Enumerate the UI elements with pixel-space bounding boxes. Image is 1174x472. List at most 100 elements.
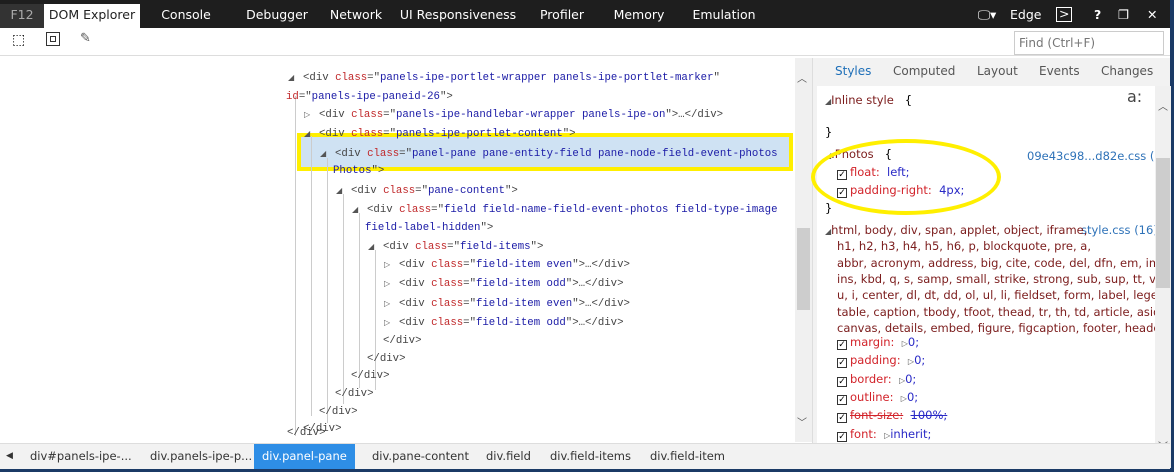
expand-node-icon[interactable]: ▷ [384,260,390,269]
expand-node-icon[interactable]: ▷ [384,299,390,308]
property-name[interactable]: outline: [850,390,893,404]
dom-node-line[interactable]: id="panels-ipe-paneid-26"> [286,88,453,106]
help-icon[interactable]: ? [1094,4,1101,28]
undock-icon[interactable]: ❐ [1118,4,1129,28]
property-name[interactable]: font-size: [850,408,903,422]
property-name[interactable]: padding: [850,353,901,367]
tab-memory[interactable]: Memory [600,4,678,28]
breadcrumb-item[interactable]: div.pane-content [372,444,469,469]
tab-dom-explorer[interactable]: DOM Explorer [44,4,140,28]
breadcrumb-item[interactable]: div.panel-pane [254,444,355,469]
toggle-state-button[interactable]: a: [1127,89,1142,105]
property-value[interactable]: 0; [905,372,916,386]
breadcrumb-item[interactable]: div#panels-ipe-... [30,444,132,469]
styles-tab-changes[interactable]: Changes [1101,64,1153,78]
property-name[interactable]: font: [850,427,877,441]
collapse-node-icon[interactable]: ◢ [352,205,358,214]
node-token: "> [439,91,453,103]
expand-node-icon[interactable]: ▷ [304,110,310,119]
highlight-box-icon[interactable] [46,32,60,46]
styles-tab-styles[interactable]: Styles [835,64,871,78]
tab-network[interactable]: Network [320,4,392,28]
tree-guide-line [311,136,312,416]
styles-tab-layout[interactable]: Layout [977,64,1018,78]
breadcrumb-item[interactable]: div.field-items [550,444,631,469]
property-name[interactable]: border: [850,372,892,386]
dom-node-line[interactable]: </div> [383,332,421,350]
close-icon[interactable]: ✕ [1147,4,1157,28]
node-token: field-label-hidden [365,222,481,234]
property-name[interactable]: margin: [850,335,894,349]
property-value[interactable]: 0; [907,390,918,404]
property-value[interactable]: 100%; [911,408,948,422]
styles-scroll-thumb[interactable] [1156,158,1170,288]
property-checkbox[interactable]: ✓ [837,431,847,442]
rule-source-link[interactable]: 09e43c98...d82e.css (1) [1027,148,1155,164]
property-checkbox[interactable]: ✓ [837,376,847,387]
node-token: class [399,204,432,216]
emulation-device-icon[interactable]: 🖵▾ [978,4,996,28]
color-picker-icon[interactable]: ✎ [80,31,91,46]
expand-node-icon[interactable]: ▷ [384,279,390,288]
tab-ui-responsiveness[interactable]: UI Responsiveness [392,4,524,28]
dom-node-line[interactable]: </div> [351,367,389,385]
property-checkbox[interactable]: ✓ [837,358,847,369]
selector-text: html, body, div, span, applet, object, i… [831,223,1088,237]
dom-node-line[interactable]: </div> [287,424,325,442]
node-token: =" [298,91,312,103]
dom-node-line[interactable]: <div class="field-item odd">…</div> [399,275,624,293]
node-token: </div> [287,427,326,439]
property-checkbox[interactable]: ✓ [837,394,847,405]
dom-node-line[interactable]: <div class="panels-ipe-portlet-content"> [319,125,576,143]
dom-node-line[interactable]: <div class="panels-ipe-handlebar-wrapper… [319,106,723,124]
tab-profiler[interactable]: Profiler [524,4,600,28]
console-icon[interactable]: > [1056,7,1073,22]
dom-node-line[interactable]: <div class="field-item odd">…</div> [399,314,624,332]
dom-node-line[interactable]: <div class="panel-pane pane-entity-field… [335,145,778,163]
property-value[interactable]: 0; [908,335,919,349]
dom-tree-scroll-thumb[interactable] [797,228,810,310]
dom-node-line[interactable]: <div class="pane-content"> [351,182,518,200]
breadcrumb-scroll-left-icon[interactable]: ◀ [6,444,13,469]
node-token: =" [463,298,476,310]
rule-selector-line: abbr, acronym, address, big, cite, code,… [837,255,1155,271]
node-token: </div> [367,353,406,365]
scroll-up-icon[interactable]: ︿ [1158,98,1168,113]
tab-emulation[interactable]: Emulation [678,4,770,28]
node-token: id [286,91,299,103]
emulation-mode[interactable]: Edge [1010,4,1041,28]
expand-node-icon[interactable]: ▷ [384,318,390,327]
dom-node-line[interactable]: <div class="field field-name-field-event… [367,201,778,219]
property-checkbox[interactable]: ✓ [837,340,847,350]
collapse-node-icon[interactable]: ◢ [368,242,374,251]
property-value[interactable]: 0; [914,353,925,367]
breadcrumb-item[interactable]: div.panels-ipe-p... [150,444,252,469]
dom-node-line[interactable]: <div class="field-items"> [383,238,543,256]
collapse-node-icon[interactable]: ◢ [336,186,342,195]
tab-debugger[interactable]: Debugger [232,4,322,28]
dom-node-line[interactable]: <div class="field-item even">…</div> [399,256,630,274]
find-input[interactable] [1014,31,1164,55]
dom-node-line[interactable]: <div class="field-item even">…</div> [399,295,630,313]
dom-node-line[interactable]: </div> [319,403,357,421]
collapse-node-icon[interactable]: ◢ [288,73,294,82]
breadcrumb-item[interactable]: div.field [486,444,531,469]
breadcrumb-item[interactable]: div.field-item [650,444,725,469]
dom-node-line[interactable]: field-label-hidden"> [365,219,493,237]
collapse-node-icon[interactable]: ◢ [304,129,310,138]
node-token: =" [463,317,476,329]
dom-node-line[interactable]: </div> [367,350,405,368]
dom-node-line[interactable]: </div> [335,385,373,403]
styles-tab-events[interactable]: Events [1039,64,1080,78]
styles-tab-computed[interactable]: Computed [893,64,955,78]
scroll-up-icon[interactable]: ︿ [797,70,807,85]
collapse-node-icon[interactable]: ◢ [320,149,326,158]
dom-node-line[interactable]: Photos"> [333,162,384,180]
property-value[interactable]: inherit; [890,427,931,441]
tab-console[interactable]: Console [140,4,232,28]
select-element-icon[interactable]: ⬚ [12,32,25,48]
dom-node-line[interactable]: <div class="panels-ipe-portlet-wrapper p… [303,69,720,87]
rule-source-link[interactable]: style.css (16) [1081,222,1155,238]
scroll-down-icon[interactable]: ﹀ [797,414,807,429]
property-checkbox[interactable]: ✓ [837,413,847,424]
